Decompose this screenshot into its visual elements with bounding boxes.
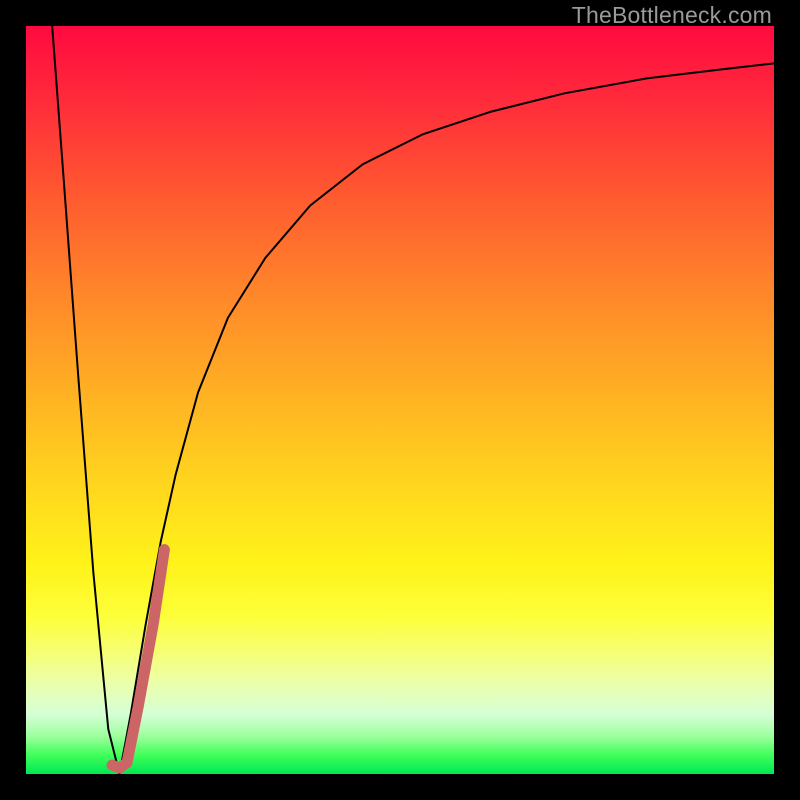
watermark-text: TheBottleneck.com — [572, 2, 772, 29]
series-highlight-segment — [112, 550, 164, 768]
series-curve-black-right — [120, 63, 775, 774]
chart-frame: TheBottleneck.com — [0, 0, 800, 800]
series-curve-black-left — [52, 26, 119, 774]
curves-svg — [26, 26, 774, 774]
plot-area — [26, 26, 774, 774]
